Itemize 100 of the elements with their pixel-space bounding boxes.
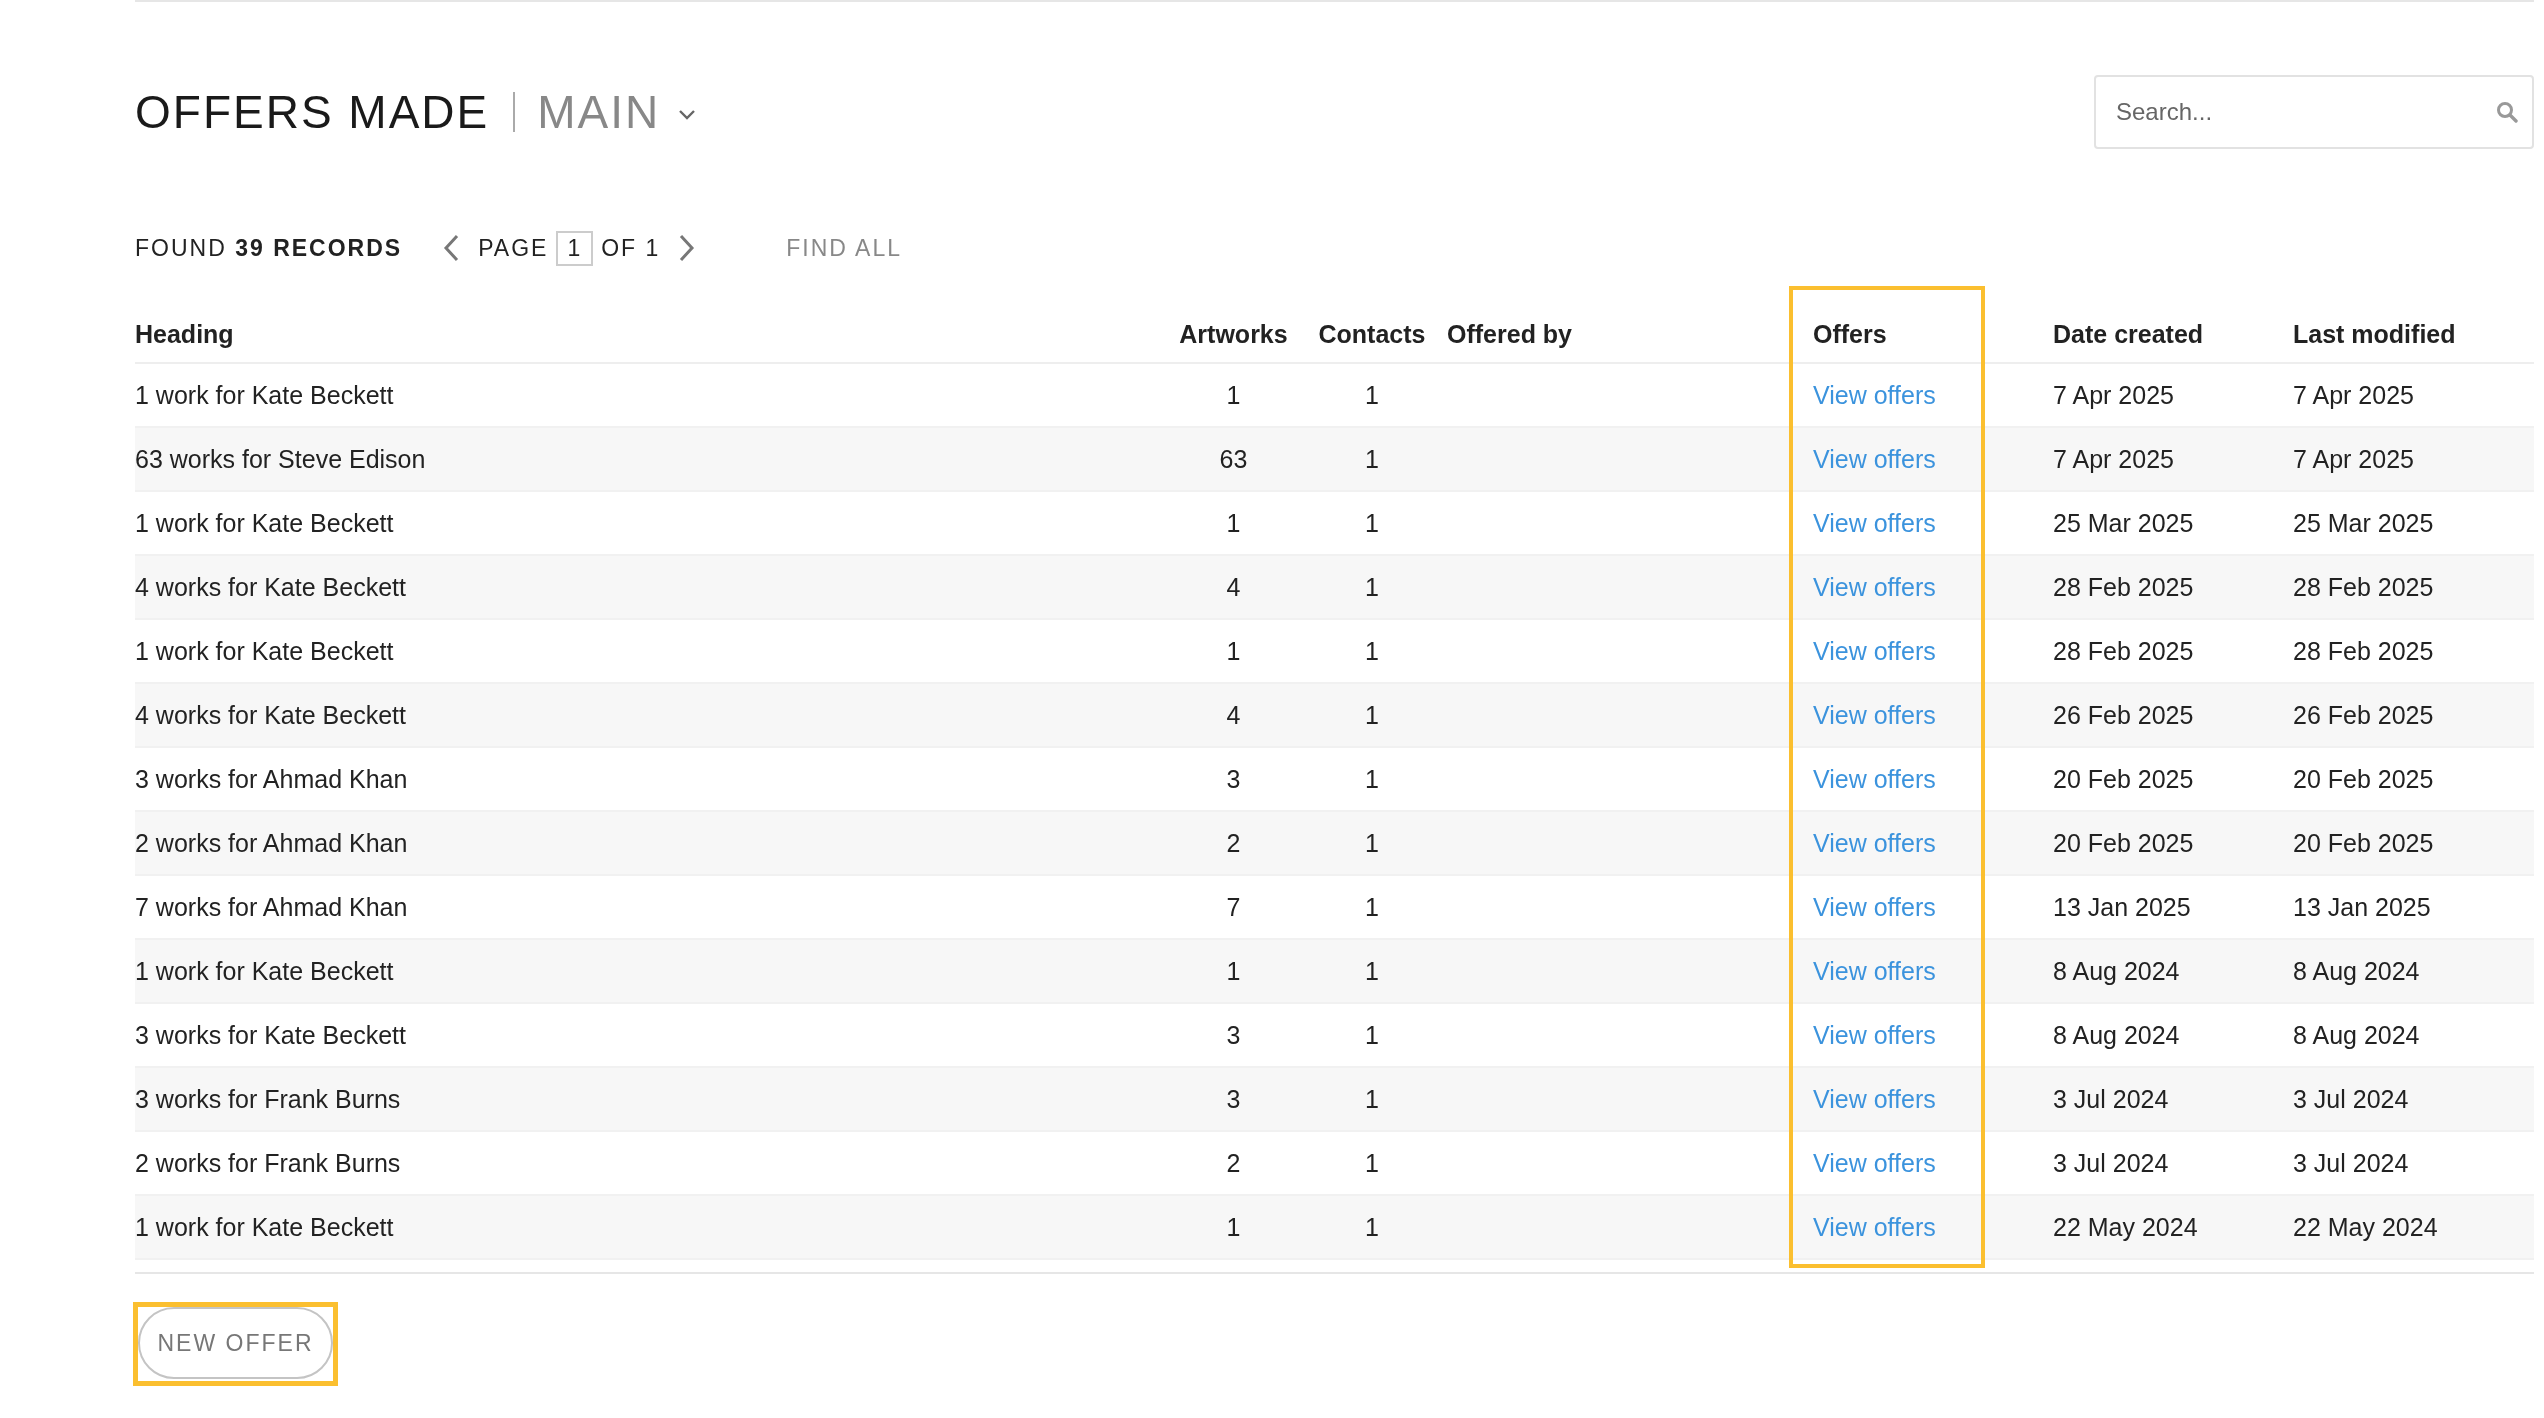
column-header: Heading <box>135 319 235 349</box>
table-cell-text: 20 Feb 2025 <box>2053 763 2195 795</box>
table-cell-text: 1 <box>1364 891 1380 923</box>
table-cell-text: 28 Feb 2025 <box>2053 635 2195 667</box>
table-cell-text: 8 Aug 2024 <box>2293 955 2421 987</box>
view-offers-link[interactable]: View offers <box>1813 956 1936 986</box>
table-cell-text: 1 <box>1225 955 1242 987</box>
column-header: Offered by <box>1447 319 1574 349</box>
table-cell-text: 7 <box>1225 891 1242 923</box>
table-cell-text: 4 works for Kate Beckett <box>135 571 407 603</box>
table-cell-text: 3 Jul 2024 <box>2053 1083 2170 1115</box>
table-cell-text: 20 Feb 2025 <box>2053 827 2195 859</box>
table-cell-text: 25 Mar 2025 <box>2053 507 2195 539</box>
table-cell-text: 28 Feb 2025 <box>2293 635 2435 667</box>
page-total: OF 1 <box>601 234 661 262</box>
table-cell-text: 1 <box>1364 379 1380 411</box>
table-cell-text: 1 work for Kate Beckett <box>135 1211 395 1243</box>
table-cell-text: 3 Jul 2024 <box>2293 1147 2410 1179</box>
view-offers-link[interactable]: View offers <box>1813 700 1936 730</box>
table-cell-text: 13 Jan 2025 <box>2293 891 2432 923</box>
table-cell-text: 1 <box>1364 507 1380 539</box>
table-cell-text: 1 work for Kate Beckett <box>135 379 395 411</box>
new-offer-button[interactable]: NEW OFFER <box>138 1307 333 1379</box>
table-cell-text: 8 Aug 2024 <box>2053 1019 2181 1051</box>
table-cell-text: 13 Jan 2025 <box>2053 891 2192 923</box>
table-cell-text: 20 Feb 2025 <box>2293 763 2435 795</box>
find-all-link[interactable]: FIND ALL <box>786 234 902 262</box>
view-offers-link[interactable]: View offers <box>1813 892 1936 922</box>
view-offers-link[interactable]: View offers <box>1813 1212 1936 1242</box>
table-cell-text: 1 <box>1364 827 1380 859</box>
table-cell-text: 3 Jul 2024 <box>2293 1083 2410 1115</box>
table-cell-text: 1 <box>1364 571 1380 603</box>
view-offers-link[interactable]: View offers <box>1813 1084 1936 1114</box>
chevron-right-icon[interactable] <box>678 234 697 262</box>
table-cell-text: 3 <box>1225 1083 1242 1115</box>
table-cell-text: 2 works for Ahmad Khan <box>135 827 409 859</box>
table-cell-text: 1 <box>1364 955 1380 987</box>
table-cell-text: 1 <box>1364 635 1380 667</box>
column-header: Date created <box>2053 319 2205 349</box>
view-offers-link[interactable]: View offers <box>1813 764 1936 794</box>
table-cell-text: 28 Feb 2025 <box>2293 571 2435 603</box>
chevron-left-icon[interactable] <box>442 234 461 262</box>
table-cell-text: 1 work for Kate Beckett <box>135 955 395 987</box>
view-offers-link[interactable]: View offers <box>1813 1148 1936 1178</box>
view-offers-link[interactable]: View offers <box>1813 1020 1936 1050</box>
table-cell-text: 1 <box>1225 635 1242 667</box>
table-cell-text: 1 <box>1364 1211 1380 1243</box>
table-cell-text: 2 works for Frank Burns <box>135 1147 402 1179</box>
table-cell-text: 28 Feb 2025 <box>2053 571 2195 603</box>
table-cell-text: 22 May 2024 <box>2053 1211 2199 1243</box>
table-cell-text: 7 Apr 2025 <box>2053 443 2175 475</box>
chevron-down-icon <box>678 109 697 121</box>
table-cell-text: 4 works for Kate Beckett <box>135 699 407 731</box>
records-count: FOUND 39 RECORDS <box>135 234 403 262</box>
table-cell-text: 22 May 2024 <box>2293 1211 2439 1243</box>
view-dropdown[interactable]: MAIN <box>537 85 697 139</box>
column-header: Offers <box>1813 319 1888 349</box>
search-field[interactable]: Search... <box>2094 75 2534 149</box>
table-cell-text: 7 works for Ahmad Khan <box>135 891 409 923</box>
table-cell-text: 1 <box>1225 379 1242 411</box>
view-offers-link[interactable]: View offers <box>1813 828 1936 858</box>
table-cell-text: 1 <box>1364 763 1380 795</box>
table-cell-text: 25 Mar 2025 <box>2293 507 2435 539</box>
table-cell-text: 63 <box>1218 443 1249 475</box>
table-cell-text: 4 <box>1225 699 1242 731</box>
table-cell-text: 7 Apr 2025 <box>2053 379 2175 411</box>
table-cell-text: 2 <box>1225 827 1242 859</box>
table-cell-text: 3 <box>1225 763 1242 795</box>
page-title: OFFERS MADE <box>135 85 490 139</box>
view-offers-link[interactable]: View offers <box>1813 636 1936 666</box>
table-cell-text: 1 work for Kate Beckett <box>135 635 395 667</box>
table-cell-text: 1 <box>1225 507 1242 539</box>
view-offers-link[interactable]: View offers <box>1813 508 1936 538</box>
table-cell-text: 1 <box>1364 1019 1380 1051</box>
view-offers-link[interactable]: View offers <box>1813 444 1936 474</box>
column-header: Last modified <box>2293 319 2457 349</box>
table-cell-text: 1 <box>1364 1083 1380 1115</box>
search-icon <box>2496 101 2518 123</box>
page-label: PAGE <box>478 234 549 262</box>
table-cell-text: 4 <box>1225 571 1242 603</box>
view-offers-link[interactable]: View offers <box>1813 380 1936 410</box>
table-cell-text: 1 <box>1225 1211 1242 1243</box>
table-cell-text: 26 Feb 2025 <box>2293 699 2435 731</box>
column-header: Contacts <box>1317 319 1427 349</box>
table-cell-text: 8 Aug 2024 <box>2293 1019 2421 1051</box>
table-cell-text: 3 works for Frank Burns <box>135 1083 402 1115</box>
table-cell-text: 7 Apr 2025 <box>2293 443 2415 475</box>
table-cell-text: 1 <box>1364 1147 1380 1179</box>
table-cell-text: 3 works for Ahmad Khan <box>135 763 409 795</box>
table-cell-text: 3 <box>1225 1019 1242 1051</box>
table-cell-text: 1 <box>1364 443 1380 475</box>
page-number-field[interactable]: 1 <box>556 230 594 266</box>
table-cell-text: 2 <box>1225 1147 1242 1179</box>
table-cell-text: 1 <box>1364 699 1380 731</box>
table-cell-text: 1 work for Kate Beckett <box>135 507 395 539</box>
table-cell-text: 8 Aug 2024 <box>2053 955 2181 987</box>
table-cell-text: 26 Feb 2025 <box>2053 699 2195 731</box>
column-header: Artworks <box>1178 319 1289 349</box>
table-cell-text: 7 Apr 2025 <box>2293 379 2415 411</box>
view-offers-link[interactable]: View offers <box>1813 572 1936 602</box>
